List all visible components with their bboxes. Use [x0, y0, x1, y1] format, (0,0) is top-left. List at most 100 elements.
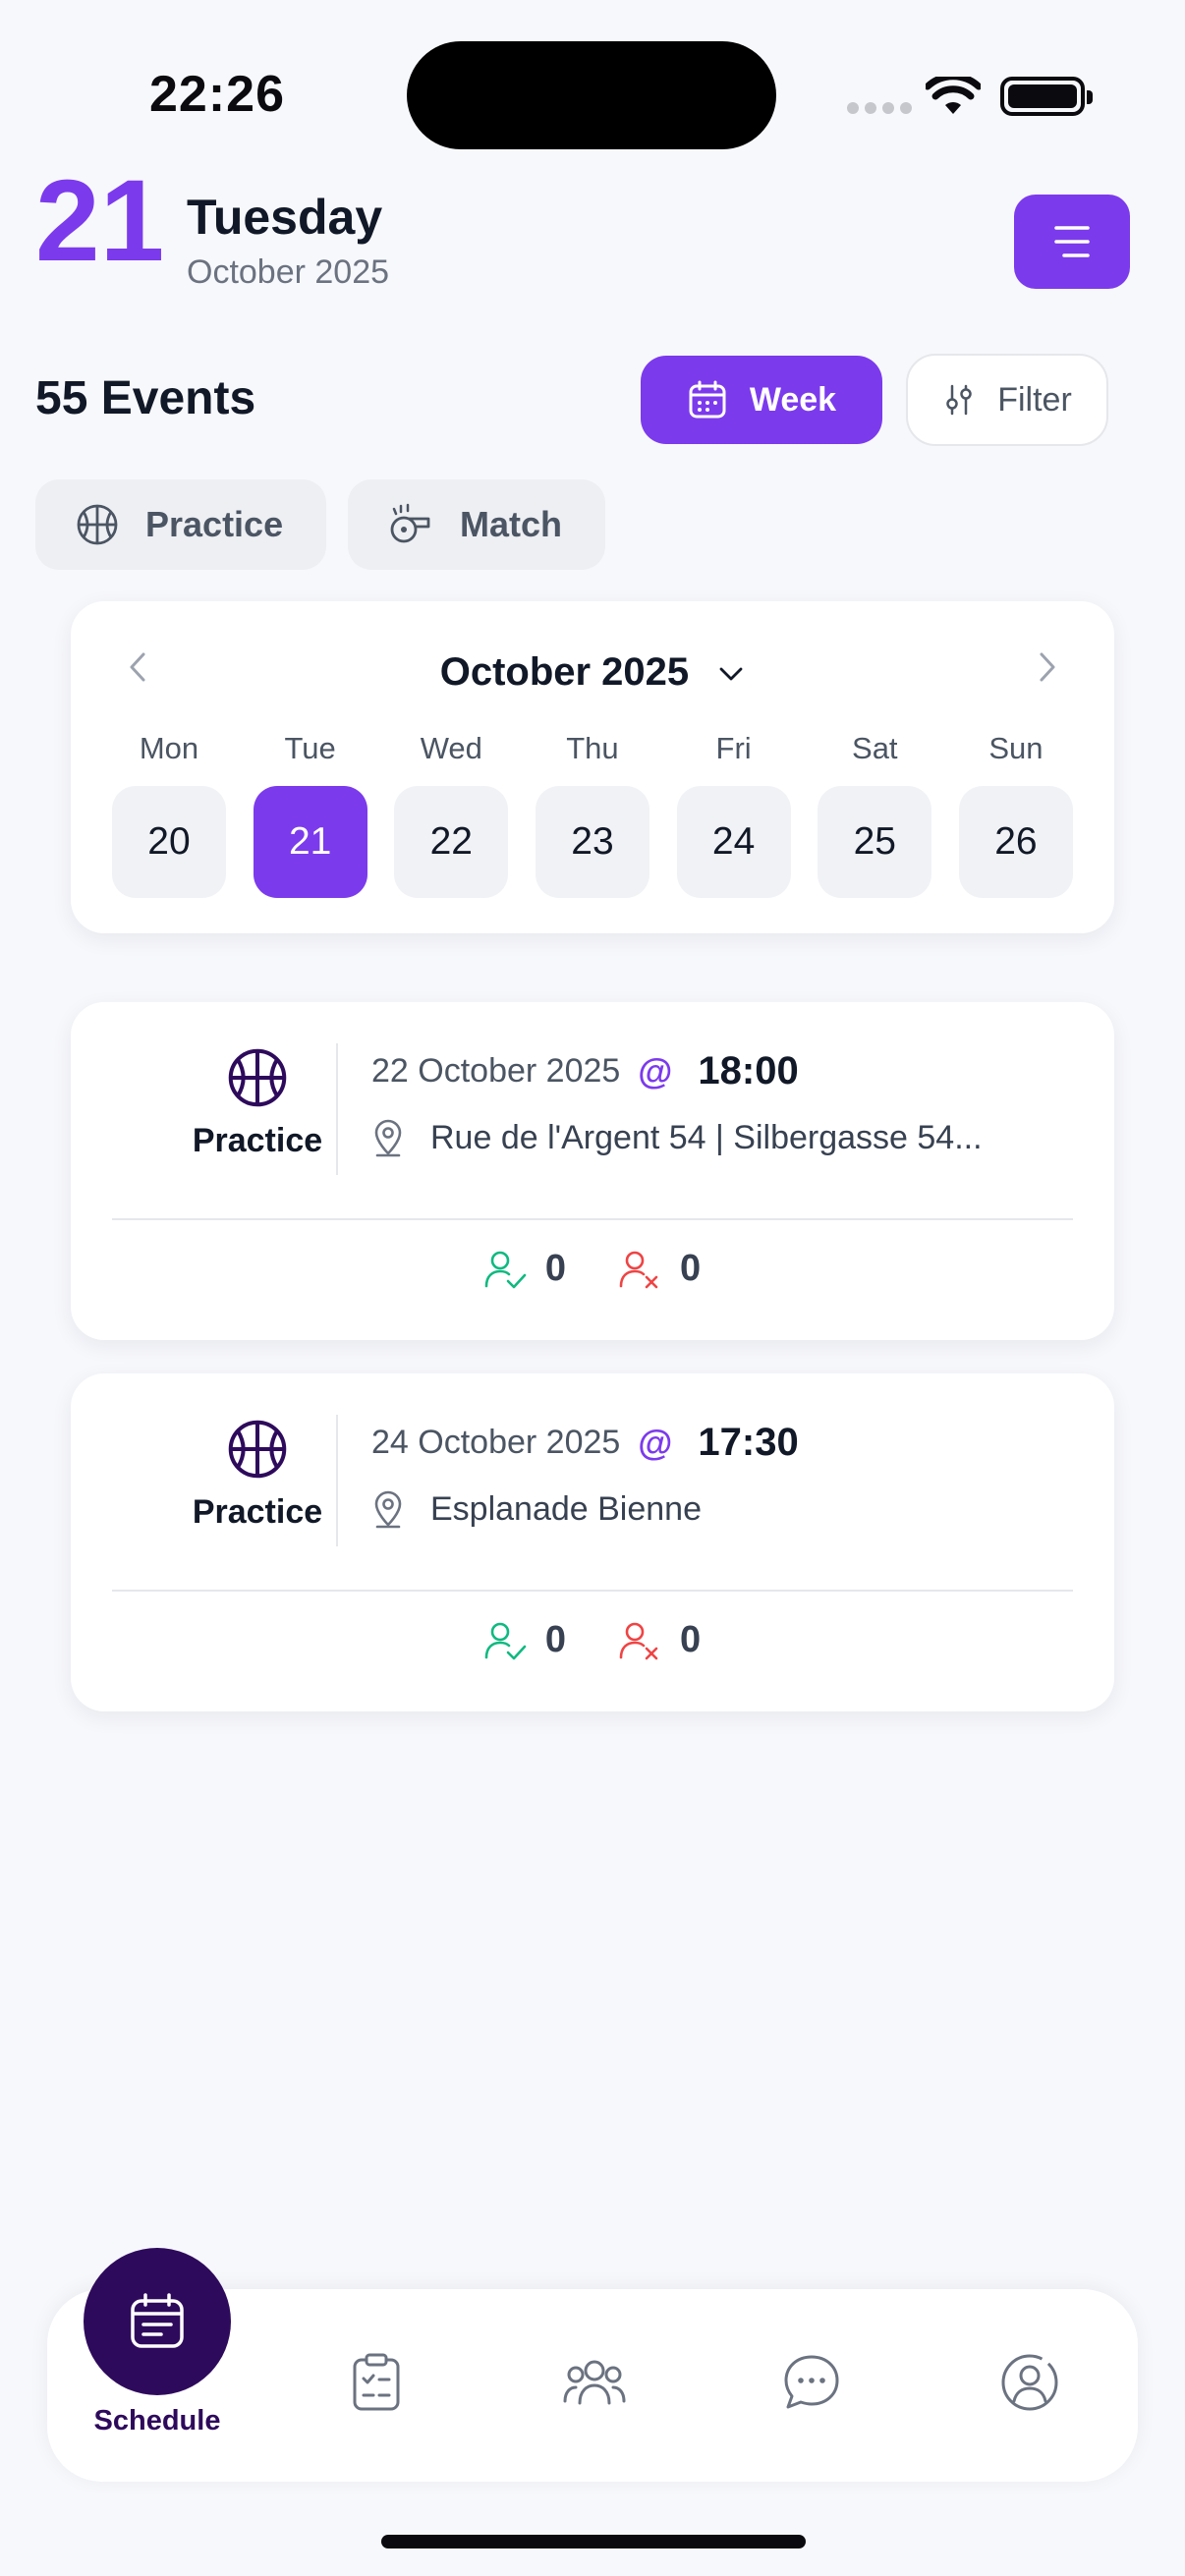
calendar-day[interactable]: Wed 22: [394, 731, 509, 898]
week-view-button[interactable]: Week: [641, 356, 882, 444]
calendar-day-number: 20: [112, 786, 226, 898]
calendar-month-label: October 2025: [439, 650, 690, 694]
event-type: Practice: [110, 1417, 405, 1532]
event-type-label: Practice: [192, 1493, 323, 1531]
home-indicator: [381, 2535, 806, 2548]
calendar-day-name: Tue: [284, 731, 336, 765]
calendar-day[interactable]: Fri 24: [676, 731, 791, 898]
event-card[interactable]: Practice 24 October 2025 @ 17:30 Esplana…: [71, 1373, 1114, 1711]
chevron-down-icon: [719, 668, 743, 681]
wifi-icon: [926, 77, 981, 114]
calendar-day-number: 22: [394, 786, 509, 898]
event-attendance: 0 0: [71, 1248, 1114, 1290]
declined-count[interactable]: 0: [619, 1619, 701, 1661]
dynamic-island: [407, 41, 776, 149]
nav-schedule-button[interactable]: [84, 2248, 231, 2395]
calendar-days-row: Mon 20 Tue 21 Wed 22 Thu 23 Fri 24 Sat 2…: [112, 731, 1073, 898]
event-location: Esplanade Bienne: [371, 1489, 702, 1529]
sliders-icon: [946, 384, 972, 416]
calendar-day[interactable]: Sat 25: [818, 731, 932, 898]
practice-chip-label: Practice: [145, 504, 284, 544]
event-datetime: 22 October 2025 @ 18:00: [371, 1049, 799, 1093]
calendar-day[interactable]: Sun 26: [958, 731, 1073, 898]
calendar-day-name: Sun: [988, 731, 1044, 765]
event-separator: [336, 1415, 338, 1546]
user-x-icon: [619, 1251, 658, 1288]
header-weekday: Tuesday: [187, 190, 383, 245]
calendar-day-name: Fri: [715, 731, 752, 765]
match-chip-label: Match: [460, 504, 563, 544]
event-date: 22 October 2025: [371, 1052, 621, 1090]
event-separator: [336, 1043, 338, 1175]
event-at-symbol: @: [638, 1050, 673, 1092]
event-time: 18:00: [698, 1049, 799, 1092]
user-x-icon: [619, 1622, 658, 1659]
location-pin-icon: [374, 1119, 402, 1157]
calendar-day[interactable]: Thu 23: [535, 731, 649, 898]
week-calendar: October 2025 Mon 20 Tue 21 Wed 22 Thu 23…: [71, 601, 1114, 933]
practice-filter-chip[interactable]: Practice: [35, 479, 326, 570]
declined-value: 0: [680, 1248, 702, 1289]
calendar-month-selector[interactable]: October 2025: [71, 650, 1114, 695]
calendar-day-name: Thu: [566, 731, 619, 765]
status-time: 22:26: [149, 66, 285, 123]
filter-button[interactable]: Filter: [906, 354, 1108, 446]
attending-value: 0: [544, 1248, 566, 1289]
nav-chat-button[interactable]: [777, 2348, 846, 2417]
calendar-day-name: Wed: [420, 731, 482, 765]
attending-value: 0: [544, 1619, 566, 1660]
event-location: Rue de l'Argent 54 | Silbergasse 54...: [371, 1118, 983, 1157]
location-pin-icon: [374, 1490, 402, 1529]
filter-label: Filter: [997, 380, 1072, 419]
calendar-day-name: Sat: [852, 731, 898, 765]
calendar-day-number: 24: [676, 786, 791, 898]
status-icons: [847, 71, 1093, 120]
nav-tasks-button[interactable]: [342, 2348, 411, 2417]
whistle-icon: [390, 503, 430, 543]
chevron-right-icon[interactable]: [1032, 650, 1061, 684]
event-card[interactable]: Practice 22 October 2025 @ 18:00 Rue de …: [71, 1002, 1114, 1340]
events-count: 55 Events: [35, 372, 256, 424]
event-type: Practice: [110, 1045, 405, 1160]
menu-button[interactable]: [1014, 195, 1130, 289]
calendar-day-name: Mon: [139, 731, 199, 765]
nav-team-button[interactable]: [560, 2348, 629, 2417]
declined-count[interactable]: 0: [619, 1248, 701, 1290]
event-datetime: 24 October 2025 @ 17:30: [371, 1421, 799, 1465]
chat-icon: [784, 2355, 839, 2409]
basketball-icon: [228, 1048, 287, 1107]
user-check-icon: [484, 1251, 527, 1288]
calendar-day-number: 23: [535, 786, 649, 898]
calendar-day-number: 26: [958, 786, 1073, 898]
attending-count[interactable]: 0: [484, 1619, 566, 1661]
calendar-day-selected[interactable]: Tue 21: [253, 731, 367, 898]
header-month-year: October 2025: [187, 253, 390, 291]
event-type-label: Practice: [192, 1122, 323, 1159]
nav-profile-button[interactable]: [995, 2348, 1064, 2417]
event-date: 24 October 2025: [371, 1424, 621, 1461]
event-location-text: Esplanade Bienne: [430, 1489, 703, 1528]
menu-icon: [1054, 226, 1090, 257]
nav-schedule-label: Schedule: [93, 2405, 221, 2436]
basketball-icon: [77, 504, 118, 545]
event-at-symbol: @: [638, 1422, 673, 1463]
team-icon: [563, 2360, 626, 2405]
header-day-number: 21: [35, 156, 165, 286]
user-check-icon: [484, 1622, 527, 1659]
attending-count[interactable]: 0: [484, 1248, 566, 1290]
event-attendance: 0 0: [71, 1619, 1114, 1661]
calendar-icon: [131, 2293, 184, 2348]
declined-value: 0: [680, 1619, 702, 1660]
battery-icon: [1000, 77, 1093, 116]
calendar-day-number: 21: [253, 786, 367, 898]
profile-icon: [1001, 2354, 1058, 2411]
match-filter-chip[interactable]: Match: [348, 479, 605, 570]
event-divider: [112, 1218, 1073, 1220]
week-label: Week: [749, 380, 837, 419]
calendar-day-number: 25: [818, 786, 932, 898]
event-divider: [112, 1590, 1073, 1592]
calendar-day[interactable]: Mon 20: [112, 731, 226, 898]
event-time: 17:30: [698, 1421, 799, 1464]
calendar-icon: [689, 380, 726, 419]
checklist-icon: [353, 2353, 400, 2411]
